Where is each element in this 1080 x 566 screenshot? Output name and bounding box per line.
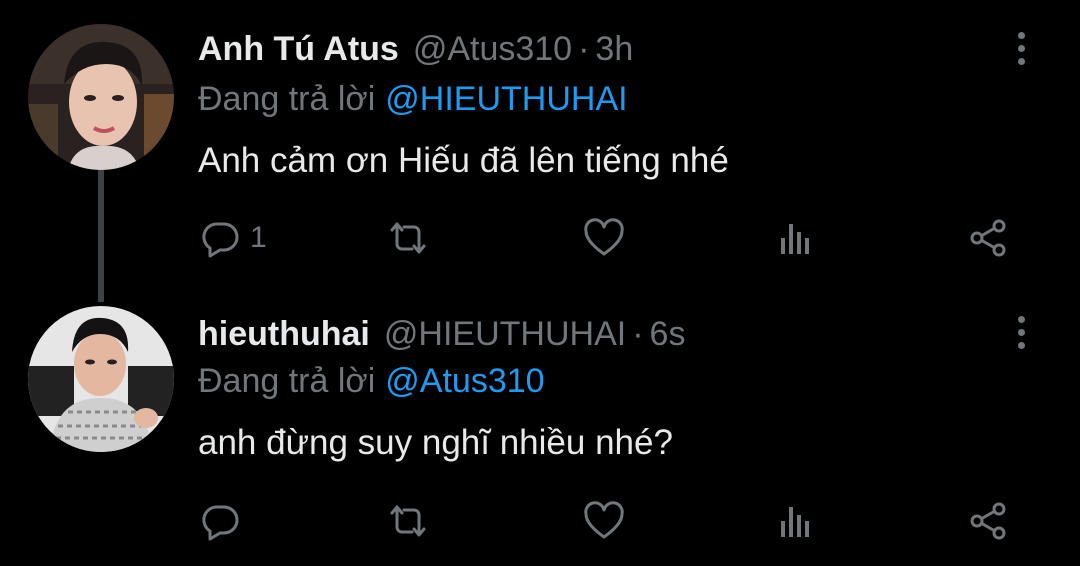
avatar-photo bbox=[28, 24, 174, 170]
separator-dot: · bbox=[578, 30, 590, 68]
share-button[interactable] bbox=[966, 496, 1010, 546]
share-button[interactable] bbox=[966, 213, 1010, 263]
user-handle[interactable]: @Atus310 bbox=[413, 30, 572, 68]
tweet-header: Anh Tú Atus @Atus310 · 3h bbox=[198, 27, 633, 71]
views-button[interactable] bbox=[774, 213, 818, 263]
action-bar: 1 bbox=[0, 213, 1080, 263]
timestamp[interactable]: 3h bbox=[595, 30, 633, 68]
reply-icon bbox=[202, 505, 239, 541]
retweet-icon bbox=[390, 505, 426, 537]
share-icon bbox=[970, 219, 1006, 257]
reply-icon bbox=[202, 222, 239, 258]
avatar[interactable] bbox=[28, 24, 174, 170]
replying-to-label: Đang trả lời bbox=[198, 362, 376, 400]
replying-to: Đang trả lời @Atus310 bbox=[198, 359, 545, 403]
more-icon bbox=[1017, 31, 1025, 39]
tweet-header: hieuthuhai @HIEUTHUHAI · 6s bbox=[198, 312, 685, 356]
mention-link[interactable]: @Atus310 bbox=[385, 362, 544, 400]
replying-to-label: Đang trả lời bbox=[198, 80, 376, 118]
tweet[interactable]: Anh Tú Atus @Atus310 · 3h Đang trả lời @HIEU… bbox=[0, 0, 1080, 302]
display-name[interactable]: hieuthuhai bbox=[198, 315, 370, 353]
views-button[interactable] bbox=[774, 496, 818, 546]
replying-to: Đang trả lời @HIEUTHUHAI bbox=[198, 77, 628, 121]
avatar[interactable] bbox=[28, 306, 174, 452]
reply-button[interactable]: 1 bbox=[198, 213, 267, 263]
user-handle[interactable]: @HIEUTHUHAI bbox=[384, 315, 626, 353]
separator-dot: · bbox=[632, 315, 644, 353]
like-icon bbox=[584, 501, 624, 539]
avatar-photo bbox=[28, 306, 174, 452]
tweet-text: Anh cảm ơn Hiếu đã lên tiếng nhé bbox=[198, 141, 729, 180]
tweet[interactable]: hieuthuhai @HIEUTHUHAI · 6s Đang trả lời @At… bbox=[0, 290, 1080, 566]
more-icon bbox=[1017, 315, 1025, 323]
retweet-icon bbox=[390, 222, 426, 254]
more-options-button[interactable] bbox=[1004, 310, 1038, 354]
views-icon bbox=[781, 507, 809, 537]
share-icon bbox=[970, 502, 1006, 540]
views-icon bbox=[781, 224, 809, 254]
reply-count: 1 bbox=[250, 221, 267, 254]
more-options-button[interactable] bbox=[1004, 26, 1038, 70]
timestamp[interactable]: 6s bbox=[650, 315, 686, 353]
display-name[interactable]: Anh Tú Atus bbox=[198, 30, 399, 68]
retweet-button[interactable] bbox=[386, 496, 430, 546]
mention-link[interactable]: @HIEUTHUHAI bbox=[385, 80, 627, 118]
like-button[interactable] bbox=[582, 496, 626, 546]
action-bar bbox=[0, 496, 1080, 546]
like-icon bbox=[584, 218, 624, 256]
reply-button[interactable] bbox=[198, 496, 250, 546]
retweet-button[interactable] bbox=[386, 213, 430, 263]
like-button[interactable] bbox=[582, 213, 626, 263]
tweet-text: anh đừng suy nghĩ nhiều nhé? bbox=[198, 423, 673, 462]
